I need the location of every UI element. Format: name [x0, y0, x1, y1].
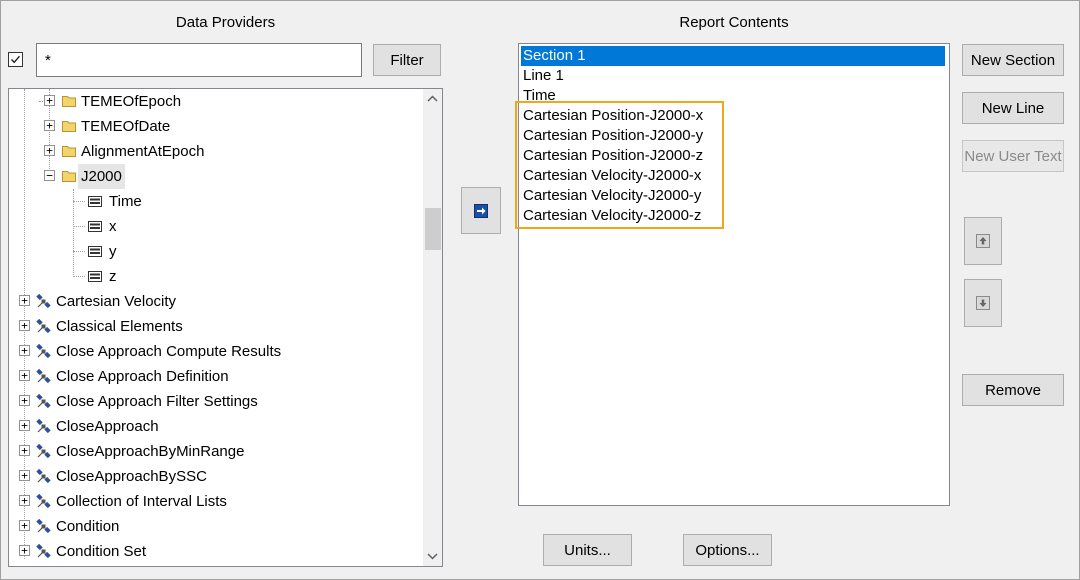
satellite-icon — [36, 394, 51, 409]
new-user-text-button[interactable]: New User Text — [962, 140, 1064, 172]
list-item-line-1[interactable]: Line 1 — [521, 66, 564, 86]
satellite-icon — [36, 319, 51, 334]
tree-item-label: TEMEOfDate — [81, 118, 171, 135]
data-element-icon — [88, 271, 102, 282]
scrollbar-thumb[interactable] — [425, 208, 441, 250]
move-down-button[interactable] — [964, 279, 1002, 327]
new-line-button[interactable]: New Line — [962, 92, 1064, 124]
tree-item-condition[interactable]: + Condition — [9, 514, 419, 539]
expand-icon[interactable]: + — [44, 120, 55, 131]
filter-input[interactable] — [36, 43, 362, 77]
tree-item-temeofepoch[interactable]: + TEMEOfEpoch — [9, 89, 419, 114]
expand-icon[interactable]: + — [19, 420, 30, 431]
tree-item-collection-of-interval-lists[interactable]: + Collection of Interval Lists — [9, 489, 419, 514]
list-item-section-1[interactable]: Section 1 — [521, 46, 945, 66]
satellite-icon — [36, 494, 51, 509]
tree-item-label: CloseApproachBySSC — [56, 468, 207, 485]
report-contents-title: Report Contents — [679, 14, 789, 31]
tree-item-label: y — [109, 243, 117, 260]
move-down-icon — [976, 296, 990, 310]
collapse-icon[interactable]: − — [44, 170, 55, 181]
filter-checkbox[interactable] — [8, 52, 23, 67]
expand-icon[interactable]: + — [19, 445, 30, 456]
data-element-icon — [88, 196, 102, 207]
data-providers-title: Data Providers — [175, 14, 276, 31]
add-to-report-button[interactable] — [461, 187, 501, 234]
tree-item-cartesian-velocity[interactable]: + Cartesian Velocity — [9, 289, 419, 314]
tree-item-label: CloseApproachByMinRange — [56, 443, 245, 460]
expand-icon[interactable]: + — [19, 295, 30, 306]
expand-icon[interactable]: + — [19, 320, 30, 331]
satellite-icon — [36, 294, 51, 309]
tree-item-closeapproachbyminrange[interactable]: + CloseApproachByMinRange — [9, 439, 419, 464]
folder-icon — [62, 96, 76, 107]
satellite-icon — [36, 369, 51, 384]
tree-item-j2000[interactable]: − J2000 — [9, 164, 419, 189]
move-up-button[interactable] — [964, 217, 1002, 265]
tree-item-label: Condition — [56, 518, 120, 535]
expand-icon[interactable]: + — [19, 470, 30, 481]
tree-item-close-approach-filter-settings[interactable]: + Close Approach Filter Settings — [9, 389, 419, 414]
expand-icon[interactable]: + — [44, 95, 55, 106]
remove-button[interactable]: Remove — [962, 374, 1064, 406]
tree-item-x[interactable]: x — [9, 214, 419, 239]
satellite-icon — [36, 419, 51, 434]
tree-item-y[interactable]: y — [9, 239, 419, 264]
tree-item-label: Time — [109, 193, 142, 210]
tree-item-label: CloseApproach — [56, 418, 159, 435]
tree-item-label: J2000 — [78, 164, 125, 189]
filter-button[interactable]: Filter — [373, 44, 441, 76]
expand-icon[interactable]: + — [19, 495, 30, 506]
expand-icon[interactable]: + — [44, 145, 55, 156]
tree-item-closeapproachbyssc[interactable]: + CloseApproachBySSC — [9, 464, 419, 489]
satellite-icon — [36, 544, 51, 559]
options-button[interactable]: Options... — [683, 534, 772, 566]
tree-item-label: Collection of Interval Lists — [56, 493, 227, 510]
tree-item-condition-set[interactable]: + Condition Set — [9, 539, 419, 564]
satellite-icon — [36, 519, 51, 534]
data-element-icon — [88, 246, 102, 257]
satellite-icon — [36, 444, 51, 459]
satellite-icon — [36, 344, 51, 359]
tree-item-classical-elements[interactable]: + Classical Elements — [9, 314, 419, 339]
checkmark-icon — [10, 55, 21, 64]
move-up-icon — [976, 234, 990, 248]
expand-icon[interactable]: + — [19, 545, 30, 556]
scroll-up-icon[interactable] — [423, 89, 442, 109]
tree-item-close-approach-definition[interactable]: + Close Approach Definition — [9, 364, 419, 389]
expand-icon[interactable]: + — [19, 520, 30, 531]
tree-item-label: Close Approach Compute Results — [56, 343, 282, 360]
data-element-icon — [88, 221, 102, 232]
highlight-box — [515, 101, 724, 229]
tree-item-time[interactable]: Time — [9, 189, 419, 214]
tree-item-label: Cartesian Velocity — [56, 293, 177, 310]
tree-item-alignmentatepoch[interactable]: + AlignmentAtEpoch — [9, 139, 419, 164]
tree-item-label: Condition Set — [56, 543, 147, 560]
new-section-button[interactable]: New Section — [962, 44, 1064, 76]
tree-item-temeofdate[interactable]: + TEMEOfDate — [9, 114, 419, 139]
folder-icon — [62, 171, 76, 182]
folder-icon — [62, 121, 76, 132]
tree-scrollbar[interactable] — [423, 89, 442, 566]
tree-item-label: Close Approach Definition — [56, 368, 229, 385]
tree-item-label: Classical Elements — [56, 318, 183, 335]
tree-item-closeapproach[interactable]: + CloseApproach — [9, 414, 419, 439]
tree-item-close-approach-compute-results[interactable]: + Close Approach Compute Results — [9, 339, 419, 364]
expand-icon[interactable]: + — [19, 370, 30, 381]
data-providers-tree[interactable]: + TEMEOfEpoch + TEMEOfDate + AlignmentAt… — [8, 88, 443, 567]
expand-icon[interactable]: + — [19, 395, 30, 406]
folder-icon — [62, 146, 76, 157]
tree-item-label: TEMEOfEpoch — [81, 93, 182, 110]
tree-item-z[interactable]: z — [9, 264, 419, 289]
tree-item-label: Close Approach Filter Settings — [56, 393, 258, 410]
tree-item-label: x — [109, 218, 117, 235]
satellite-icon — [36, 469, 51, 484]
expand-icon[interactable]: + — [19, 345, 30, 356]
arrow-right-icon — [474, 203, 488, 218]
tree-item-label: z — [109, 268, 117, 285]
tree-item-label: AlignmentAtEpoch — [81, 143, 205, 160]
scroll-down-icon[interactable] — [423, 546, 442, 566]
units-button[interactable]: Units... — [543, 534, 632, 566]
